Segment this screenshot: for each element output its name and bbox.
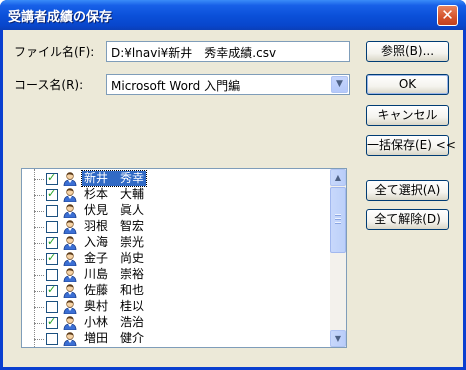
- list-item[interactable]: 川島 崇裕: [22, 267, 332, 283]
- select-all-button[interactable]: 全て選択(A): [366, 180, 449, 201]
- cancel-button[interactable]: キャンセル: [366, 105, 449, 126]
- list-item[interactable]: 奥村 桂以: [22, 299, 332, 315]
- person-icon: [63, 300, 77, 314]
- course-value: Microsoft Word 入門編: [111, 79, 241, 93]
- list-item[interactable]: 伏見 眞人: [22, 203, 332, 219]
- list-item[interactable]: 増田 健介: [22, 331, 332, 347]
- person-icon: [63, 332, 77, 346]
- tree-connector: [34, 275, 44, 276]
- window-title: 受講者成績の保存: [8, 10, 113, 25]
- tree-connector: [34, 227, 44, 228]
- student-checkbox[interactable]: [46, 269, 58, 281]
- chevron-down-icon[interactable]: ▼: [331, 76, 348, 93]
- student-checkbox[interactable]: [46, 301, 58, 313]
- close-button[interactable]: ✕: [437, 5, 458, 26]
- person-icon: [63, 268, 77, 282]
- browse-button[interactable]: 参照(B)...: [366, 41, 449, 62]
- list-item[interactable]: 小林 浩治: [22, 315, 332, 331]
- student-name: 伏見 眞人: [84, 203, 145, 217]
- scroll-down-arrow-icon[interactable]: ▼: [330, 330, 346, 347]
- student-name: 入海 崇光: [84, 235, 145, 249]
- scroll-up-arrow-icon[interactable]: ▲: [330, 169, 346, 186]
- list-item[interactable]: 金子 尚史: [22, 251, 332, 267]
- clear-all-button[interactable]: 全て解除(D): [366, 209, 449, 230]
- tree-connector: [34, 243, 44, 244]
- close-icon: ✕: [441, 6, 454, 24]
- student-name: 新井 秀幸: [80, 170, 148, 187]
- student-name: 奥村 桂以: [84, 299, 145, 313]
- student-name: 川島 崇裕: [84, 267, 145, 281]
- person-icon: [63, 252, 77, 266]
- scroll-thumb[interactable]: [330, 187, 346, 253]
- student-checkbox[interactable]: [46, 283, 58, 297]
- person-icon: [63, 236, 77, 250]
- list-item[interactable]: 杉本 大輔: [22, 187, 332, 203]
- person-icon: [63, 204, 77, 218]
- person-icon: [63, 188, 77, 202]
- student-list[interactable]: 新井 秀幸杉本 大輔伏見 眞人羽根 智宏入海 崇光金子 尚史川島 崇裕佐藤 和也…: [21, 168, 347, 348]
- dialog-window: 受講者成績の保存 ✕ ファイル名(F): D:¥lnavi¥新井 秀幸成績.cs…: [0, 0, 466, 370]
- vertical-scrollbar[interactable]: ▲ ▼: [330, 169, 346, 347]
- student-checkbox[interactable]: [46, 315, 58, 329]
- title-bar[interactable]: 受講者成績の保存 ✕: [0, 0, 466, 30]
- thumb-grip: [335, 218, 341, 220]
- student-checkbox[interactable]: [46, 333, 58, 345]
- student-checkbox[interactable]: [46, 171, 58, 185]
- student-name: 杉本 大輔: [84, 187, 145, 201]
- tree-connector: [34, 323, 44, 324]
- person-icon: [63, 316, 77, 330]
- ok-button[interactable]: OK: [366, 74, 449, 95]
- student-checkbox[interactable]: [46, 187, 58, 201]
- student-name: 増田 健介: [84, 331, 145, 345]
- tree-connector: [34, 339, 44, 340]
- filename-field[interactable]: D:¥lnavi¥新井 秀幸成績.csv: [106, 41, 350, 62]
- tree-connector: [34, 195, 44, 196]
- person-icon: [63, 220, 77, 234]
- list-item[interactable]: 新井 秀幸: [22, 170, 332, 187]
- course-label: コース名(R):: [14, 78, 84, 92]
- dialog-body: ファイル名(F): D:¥lnavi¥新井 秀幸成績.csv 参照(B)... …: [3, 30, 463, 367]
- filename-label: ファイル名(F):: [14, 45, 95, 59]
- student-checkbox[interactable]: [46, 251, 58, 265]
- person-icon: [63, 284, 77, 298]
- list-item[interactable]: 入海 崇光: [22, 235, 332, 251]
- list-item[interactable]: 羽根 智宏: [22, 219, 332, 235]
- list-item[interactable]: 佐藤 和也: [22, 283, 332, 299]
- tree-connector: [34, 179, 44, 180]
- student-checkbox[interactable]: [46, 221, 58, 233]
- student-name: 金子 尚史: [84, 251, 145, 265]
- tree-connector: [34, 291, 44, 292]
- thumb-grip: [335, 214, 341, 216]
- tree-connector: [34, 307, 44, 308]
- filename-value: D:¥lnavi¥新井 秀幸成績.csv: [111, 46, 277, 60]
- tree-connector: [34, 259, 44, 260]
- student-name: 佐藤 和也: [84, 283, 145, 297]
- student-name: 羽根 智宏: [84, 219, 145, 233]
- thumb-grip: [335, 222, 341, 224]
- person-icon: [63, 172, 77, 186]
- course-select[interactable]: Microsoft Word 入門編 ▼: [106, 74, 350, 95]
- bulk-save-button[interactable]: 一括保存(E) <<: [366, 135, 456, 156]
- student-checkbox[interactable]: [46, 235, 58, 249]
- student-name: 小林 浩治: [84, 315, 145, 329]
- student-checkbox[interactable]: [46, 205, 58, 217]
- tree-connector: [34, 211, 44, 212]
